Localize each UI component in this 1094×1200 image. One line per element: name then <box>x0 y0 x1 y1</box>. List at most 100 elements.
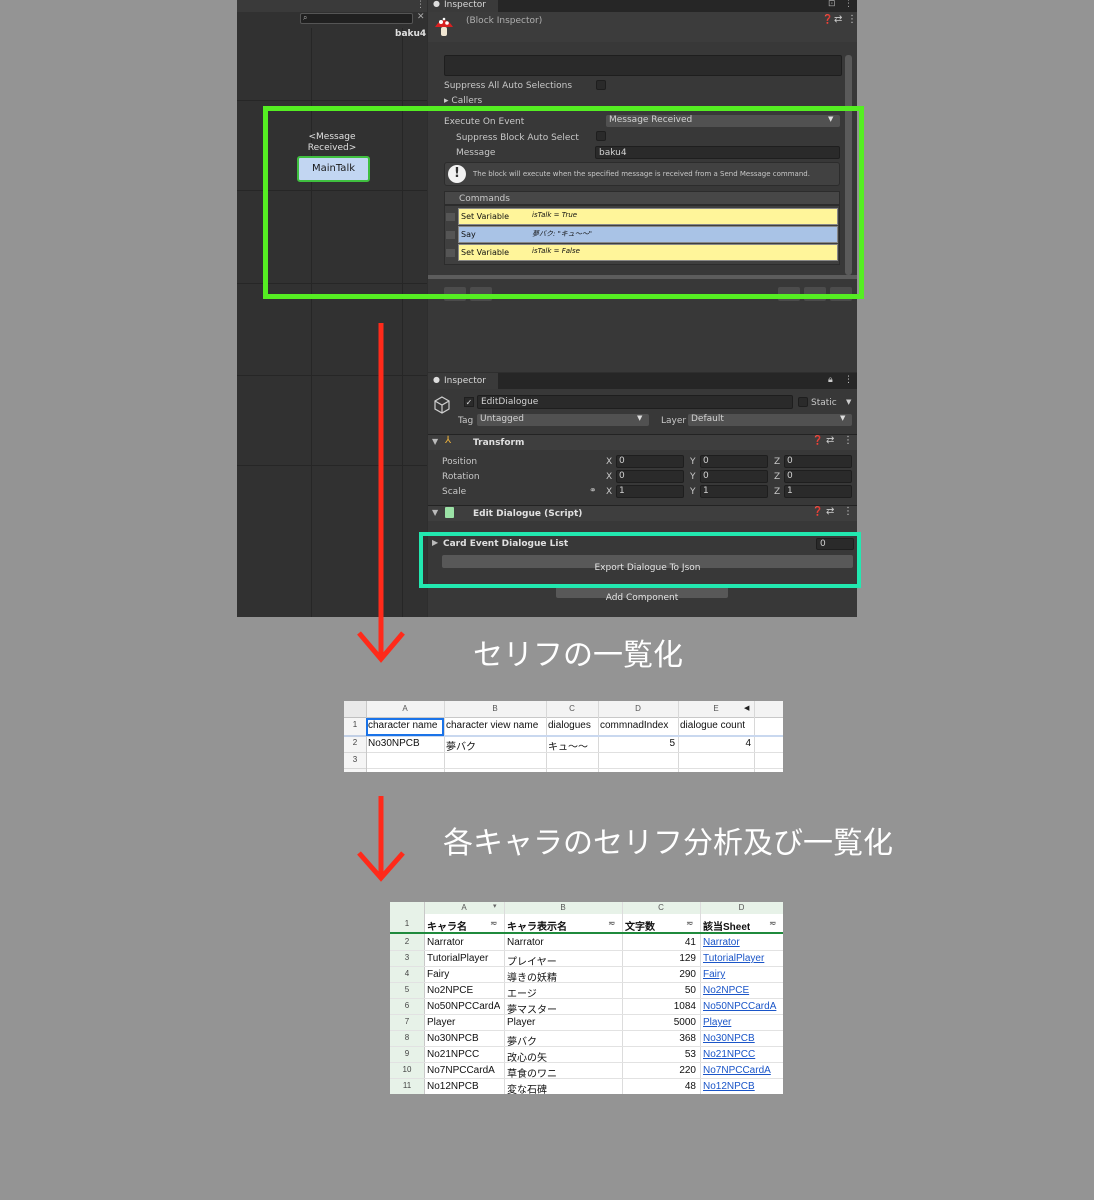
transform-value: 0 <box>619 471 625 481</box>
arrow-down-1 <box>355 323 407 663</box>
close-icon[interactable]: ✕ <box>417 12 425 22</box>
selected-cell[interactable] <box>366 718 444 736</box>
transform-x-input[interactable]: 0 <box>616 470 684 483</box>
column-header[interactable]: C <box>622 903 700 912</box>
transform-z-input[interactable]: 0 <box>784 470 852 483</box>
table-cell[interactable]: キュ〜〜 <box>548 738 595 753</box>
filter-icon[interactable]: ≂ <box>608 918 616 929</box>
sheet-link[interactable]: No21NPCC <box>703 1049 779 1060</box>
menu-icon[interactable]: ⋮ <box>844 0 853 9</box>
header-cell[interactable]: 該当Sheet <box>703 918 750 933</box>
table-cell[interactable]: 5 <box>600 738 675 749</box>
menu-icon[interactable]: ⋮ <box>843 435 853 446</box>
sheet-link[interactable]: No12NPCB <box>703 1081 779 1092</box>
table-cell[interactable]: 夢バク <box>446 738 543 753</box>
sheet-link[interactable]: Fairy <box>703 969 779 980</box>
sheet-link[interactable]: Narrator <box>703 937 779 948</box>
transform-y-input[interactable]: 0 <box>700 470 768 483</box>
layer-dropdown[interactable]: Default ▼ <box>688 414 852 426</box>
table-cell: Narrator <box>427 937 464 948</box>
header-cell[interactable]: 文字数 <box>625 918 655 933</box>
menu-icon[interactable]: ⋮ <box>843 506 853 517</box>
transform-value: 0 <box>703 456 709 466</box>
row-number[interactable]: 2 <box>390 937 424 946</box>
sheet-link[interactable]: No2NPCE <box>703 985 779 996</box>
transform-x-input[interactable]: 0 <box>616 455 684 468</box>
column-header[interactable]: B <box>504 903 622 912</box>
menu-icon[interactable]: ⋮ <box>844 375 853 385</box>
transform-y-input[interactable]: 0 <box>700 455 768 468</box>
row-number[interactable]: 9 <box>390 1049 424 1058</box>
column-header[interactable]: B <box>444 704 546 713</box>
settings-icon[interactable]: ⇄ <box>834 14 842 25</box>
row-number[interactable]: 6 <box>390 1001 424 1010</box>
table-cell[interactable]: No30NPCB <box>368 738 441 749</box>
sheet-link[interactable]: No50NPCCardA <box>703 1001 779 1012</box>
column-header[interactable]: E <box>678 704 754 713</box>
sheet-link[interactable]: No30NPCB <box>703 1033 779 1044</box>
header-cell[interactable]: キャラ表示名 <box>507 918 567 933</box>
column-header[interactable]: D <box>700 903 783 912</box>
sheet-link[interactable]: No7NPCCardA <box>703 1065 779 1076</box>
inspector-tab[interactable]: ● Inspector <box>428 0 498 12</box>
header-cell[interactable]: character view name <box>446 720 543 731</box>
column-header[interactable]: A <box>424 903 504 912</box>
help-icon[interactable]: ❓ <box>822 15 833 25</box>
header-cell[interactable]: commnadIndex <box>600 720 675 731</box>
table-cell: 48 <box>684 1081 696 1092</box>
active-checkbox[interactable]: ✓ <box>464 397 474 407</box>
row-number[interactable]: 8 <box>390 1033 424 1042</box>
row-number[interactable]: 7 <box>390 1017 424 1026</box>
chevron-down-icon[interactable]: ▼ <box>846 398 851 406</box>
table-cell: 変な石碑 <box>507 1085 547 1094</box>
table-cell[interactable]: 4 <box>680 738 751 749</box>
transform-z-input[interactable]: 1 <box>784 485 852 498</box>
row-number[interactable]: 1 <box>390 919 424 928</box>
sheet-link[interactable]: TutorialPlayer <box>703 953 779 964</box>
grid-line <box>390 1014 783 1015</box>
static-checkbox[interactable] <box>798 397 808 407</box>
row-number[interactable]: 4 <box>390 969 424 978</box>
transform-row-label: Scale <box>442 487 467 497</box>
filter-icon[interactable]: ≂ <box>769 918 777 929</box>
callers-foldout[interactable]: ▸ Callers <box>444 96 482 106</box>
transform-z-input[interactable]: 0 <box>784 455 852 468</box>
menu-icon[interactable]: ⋮ <box>416 0 425 10</box>
filter-icon[interactable]: ≂ <box>686 918 694 929</box>
transform-x-input[interactable]: 1 <box>616 485 684 498</box>
column-header[interactable]: A <box>366 704 444 713</box>
settings-icon[interactable]: ⇄ <box>826 435 834 446</box>
object-name-input[interactable]: EditDialogue <box>477 395 793 409</box>
row-number[interactable]: 11 <box>390 1081 424 1090</box>
row-number[interactable]: 5 <box>390 985 424 994</box>
table-cell: 1084 <box>673 1001 696 1012</box>
script-header[interactable]: ▼ Edit Dialogue (Script) ❓ ⇄ ⋮ <box>428 505 857 521</box>
link-icon[interactable]: ⚭ <box>589 486 597 496</box>
row-number[interactable]: 10 <box>390 1065 424 1074</box>
help-icon[interactable]: ❓ <box>812 507 823 517</box>
help-icon[interactable]: ❓ <box>812 436 823 446</box>
block-description-field[interactable] <box>444 55 842 76</box>
filter-icon[interactable]: ≂ <box>490 918 498 929</box>
caret-left-icon[interactable]: ◀ <box>744 704 749 712</box>
transform-y-input[interactable]: 1 <box>700 485 768 498</box>
header-cell[interactable]: dialogue count <box>680 720 751 731</box>
suppress-all-auto-checkbox[interactable] <box>596 80 606 90</box>
tag-dropdown[interactable]: Untagged ▼ <box>477 414 649 426</box>
lock-icon[interactable]: 🔒︎ <box>828 375 833 385</box>
transform-header[interactable]: ▼ ⅄ Transform ❓ ⇄ ⋮ <box>428 434 857 450</box>
column-header[interactable]: C <box>546 704 598 713</box>
row-number[interactable]: 3 <box>390 953 424 962</box>
menu-icon[interactable]: ⋮ <box>847 14 857 25</box>
inspector-tab[interactable]: ● Inspector <box>428 373 498 389</box>
flowchart-search-input[interactable]: ⌕ <box>300 13 413 24</box>
lock-icon[interactable]: ⊡ <box>828 0 836 9</box>
header-cell[interactable]: キャラ名 <box>427 918 467 933</box>
settings-icon[interactable]: ⇄ <box>826 506 834 517</box>
column-header[interactable]: D <box>598 704 678 713</box>
table-cell: No50NPCCardA <box>427 1001 500 1012</box>
transform-value: 1 <box>619 486 625 496</box>
header-cell[interactable]: dialogues <box>548 720 595 731</box>
filter-dropdown-icon[interactable]: ▾ <box>493 902 497 910</box>
sheet-link[interactable]: Player <box>703 1017 779 1028</box>
